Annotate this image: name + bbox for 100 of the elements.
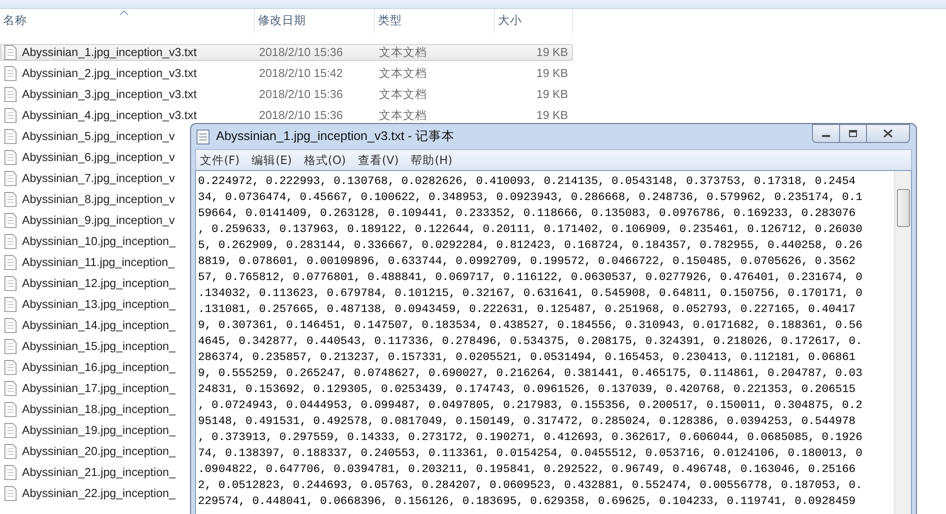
file-row[interactable]: Abyssinian_18.jpg_inception_ — [0, 401, 176, 418]
modified-date: 2018/2/10 15:36 — [259, 109, 344, 122]
maximize-button[interactable] — [839, 124, 867, 143]
text-file-icon — [4, 171, 17, 186]
text-file-icon — [4, 234, 17, 249]
file-row[interactable]: Abyssinian_7.jpg_inception_v — [0, 170, 176, 187]
text-file-icon — [4, 66, 17, 81]
close-button[interactable] — [866, 124, 910, 143]
text-line: 4645, 0.342877, 0.440543, 0.117336, 0.278496, 0.534375, 0.208175, 0.324391, 0.218026, 0.172617, 0. — [198, 335, 862, 350]
file-row[interactable]: Abyssinian_21.jpg_inception_ — [0, 464, 176, 481]
file-row[interactable]: Abyssinian_6.jpg_inception_v — [0, 149, 176, 166]
text-file-icon — [4, 402, 17, 417]
file-row[interactable]: Abyssinian_2.jpg_inception_v3.txt 2018/2/10 15:42 文本文档 19 KB — [0, 65, 573, 82]
file-name: Abyssinian_16.jpg_inception_ — [22, 361, 176, 374]
file-name: Abyssinian_3.jpg_inception_v3.txt — [22, 88, 198, 101]
column-header[interactable]: 大小 — [495, 9, 573, 33]
text-line: 24831, 0.153692, 0.129305, 0.0253439, 0.174743, 0.0961526, 0.137039, 0.420768, 0.221353, 0.206515 — [198, 383, 856, 398]
text-line: , 0.0724943, 0.0444953, 0.099487, 0.0497805, 0.217983, 0.155356, 0.200517, 0.150011, 0.304875, 0.2 — [198, 399, 862, 414]
file-row[interactable]: Abyssinian_4.jpg_inception_v3.txt 2018/2/10 15:36 文本文档 19 KB — [0, 107, 573, 124]
file-row[interactable]: Abyssinian_15.jpg_inception_ — [0, 338, 176, 355]
text-file-icon — [4, 444, 17, 459]
menu-item[interactable]: 编辑(E) — [252, 152, 292, 168]
file-size: 19 KB — [535, 109, 569, 122]
file-row[interactable]: Abyssinian_17.jpg_inception_ — [0, 380, 176, 397]
file-size: 19 KB — [535, 46, 569, 59]
file-row[interactable]: Abyssinian_10.jpg_inception_ — [0, 233, 176, 250]
text-file-icon — [4, 318, 17, 333]
text-line: .0904822, 0.647706, 0.0394781, 0.203211, 0.195841, 0.292522, 0.96749, 0.496748, 0.163046, 0.25166 — [198, 463, 856, 478]
text-line: 74, 0.138397, 0.188337, 0.240553, 0.113361, 0.0154254, 0.0455512, 0.053716, 0.0124106, 0.180013, 0 — [198, 447, 862, 462]
file-row[interactable]: Abyssinian_16.jpg_inception_ — [0, 359, 176, 376]
text-file-icon — [4, 192, 17, 207]
file-name: Abyssinian_18.jpg_inception_ — [22, 403, 176, 416]
notepad-icon — [196, 128, 210, 144]
file-name: Abyssinian_8.jpg_inception_v — [22, 193, 175, 206]
file-row[interactable]: Abyssinian_22.jpg_inception_ — [0, 485, 176, 502]
file-name: Abyssinian_15.jpg_inception_ — [22, 340, 176, 353]
file-row[interactable]: Abyssinian_1.jpg_inception_v3.txt 2018/2/10 15:36 文本文档 19 KB — [0, 44, 573, 61]
text-file-icon — [4, 87, 17, 102]
file-row[interactable]: Abyssinian_3.jpg_inception_v3.txt 2018/2/10 15:36 文本文档 19 KB — [0, 86, 573, 103]
file-name: Abyssinian_11.jpg_inception_ — [22, 256, 175, 269]
file-type: 文本文档 — [379, 87, 428, 102]
text-line: .131081, 0.257665, 0.487138, 0.0943459, 0.222631, 0.125487, 0.251968, 0.052793, 0.227165, 0.40417 — [198, 303, 856, 318]
file-row[interactable]: Abyssinian_12.jpg_inception_ — [0, 275, 176, 292]
modified-date: 2018/2/10 15:42 — [259, 67, 344, 80]
file-row[interactable]: Abyssinian_20.jpg_inception_ — [0, 443, 176, 460]
file-size: 19 KB — [535, 88, 569, 101]
file-row[interactable]: Abyssinian_8.jpg_inception_v — [0, 191, 176, 208]
text-line: 2, 0.0512823, 0.244693, 0.05763, 0.284207, 0.0609523, 0.432881, 0.552474, 0.00556778, 0.187053, 0. — [198, 479, 862, 494]
text-file-icon — [4, 465, 17, 480]
text-file-icon — [4, 213, 17, 228]
text-file-icon — [4, 150, 17, 165]
file-name: Abyssinian_20.jpg_inception_ — [22, 445, 176, 458]
text-line: 9, 0.555259, 0.265247, 0.0748627, 0.690027, 0.216264, 0.381441, 0.465175, 0.114861, 0.204787, 0.03 — [198, 367, 862, 382]
text-file-icon — [4, 339, 17, 354]
text-line: 57, 0.765812, 0.0776801, 0.488841, 0.069717, 0.116122, 0.0630537, 0.0277926, 0.476401, 0.231674, 0 — [198, 271, 862, 286]
file-row[interactable]: Abyssinian_13.jpg_inception_ — [0, 296, 176, 313]
text-line: 0.224972, 0.222993, 0.130768, 0.0282626, 0.410093, 0.214135, 0.0543148, 0.373753, 0.17318, 0.2454 — [198, 175, 856, 190]
menu-item[interactable]: 查看(V) — [358, 152, 399, 168]
modified-date: 2018/2/10 15:36 — [259, 46, 344, 59]
file-name: Abyssinian_19.jpg_inception_ — [22, 424, 176, 437]
close-icon — [883, 129, 893, 138]
text-file-icon — [4, 486, 17, 501]
column-header[interactable]: 修改日期 — [255, 9, 375, 33]
text-line: 95148, 0.491531, 0.492578, 0.0817049, 0.150149, 0.317472, 0.285024, 0.128386, 0.0394253, 0.544978 — [198, 415, 856, 430]
text-file-icon — [4, 381, 17, 396]
file-type: 文本文档 — [379, 108, 428, 123]
file-size: 19 KB — [535, 67, 569, 80]
scrollbar-thumb[interactable] — [897, 189, 910, 227]
file-row[interactable]: Abyssinian_14.jpg_inception_ — [0, 317, 176, 334]
text-file-icon — [4, 129, 17, 144]
file-name: Abyssinian_22.jpg_inception_ — [22, 487, 176, 500]
text-line: .134032, 0.113623, 0.679784, 0.101215, 0.32167, 0.631641, 0.545908, 0.64811, 0.150756, 0.170171, 0 — [198, 287, 862, 302]
text-line: 59664, 0.0141409, 0.263128, 0.109441, 0.233352, 0.118666, 0.135083, 0.0976786, 0.169233, 0.283076 — [198, 207, 856, 222]
text-file-icon — [4, 255, 17, 270]
file-type: 文本文档 — [379, 66, 428, 81]
file-row[interactable]: Abyssinian_19.jpg_inception_ — [0, 422, 176, 439]
text-line: 5, 0.262909, 0.283144, 0.336667, 0.0292284, 0.812423, 0.168724, 0.184357, 0.782955, 0.440258, 0.26 — [198, 239, 862, 254]
menu-item[interactable]: 格式(O) — [304, 152, 346, 168]
maximize-icon — [848, 129, 858, 138]
file-name: Abyssinian_14.jpg_inception_ — [22, 319, 176, 332]
file-name: Abyssinian_6.jpg_inception_v — [22, 151, 175, 164]
minimize-button[interactable] — [812, 124, 840, 143]
vertical-scrollbar[interactable] — [894, 171, 911, 514]
column-header[interactable]: 类型 — [375, 9, 495, 33]
text-file-icon — [4, 45, 17, 60]
file-name: Abyssinian_2.jpg_inception_v3.txt — [22, 67, 198, 80]
menu-item[interactable]: 文件(F) — [200, 152, 240, 168]
column-header[interactable]: 名称 — [0, 9, 255, 33]
text-file-icon — [4, 297, 17, 312]
file-name: Abyssinian_21.jpg_inception_ — [22, 466, 176, 479]
file-row[interactable]: Abyssinian_9.jpg_inception_v — [0, 212, 176, 229]
file-name: Abyssinian_10.jpg_inception_ — [22, 235, 176, 248]
text-line: 9, 0.307361, 0.146451, 0.147507, 0.183534, 0.438527, 0.184556, 0.310943, 0.0171682, 0.188361, 0.56 — [198, 319, 862, 334]
text-line: 286374, 0.235857, 0.213237, 0.157331, 0.0205521, 0.0531494, 0.165453, 0.230413, 0.112181, 0.06861 — [198, 351, 856, 366]
menu-item[interactable]: 帮助(H) — [410, 152, 452, 168]
file-row[interactable]: Abyssinian_11.jpg_inception_ — [0, 254, 176, 271]
file-name: Abyssinian_13.jpg_inception_ — [22, 298, 176, 311]
modified-date: 2018/2/10 15:36 — [259, 88, 344, 101]
file-row[interactable]: Abyssinian_5.jpg_inception_v — [0, 128, 176, 145]
text-file-icon — [4, 360, 17, 375]
